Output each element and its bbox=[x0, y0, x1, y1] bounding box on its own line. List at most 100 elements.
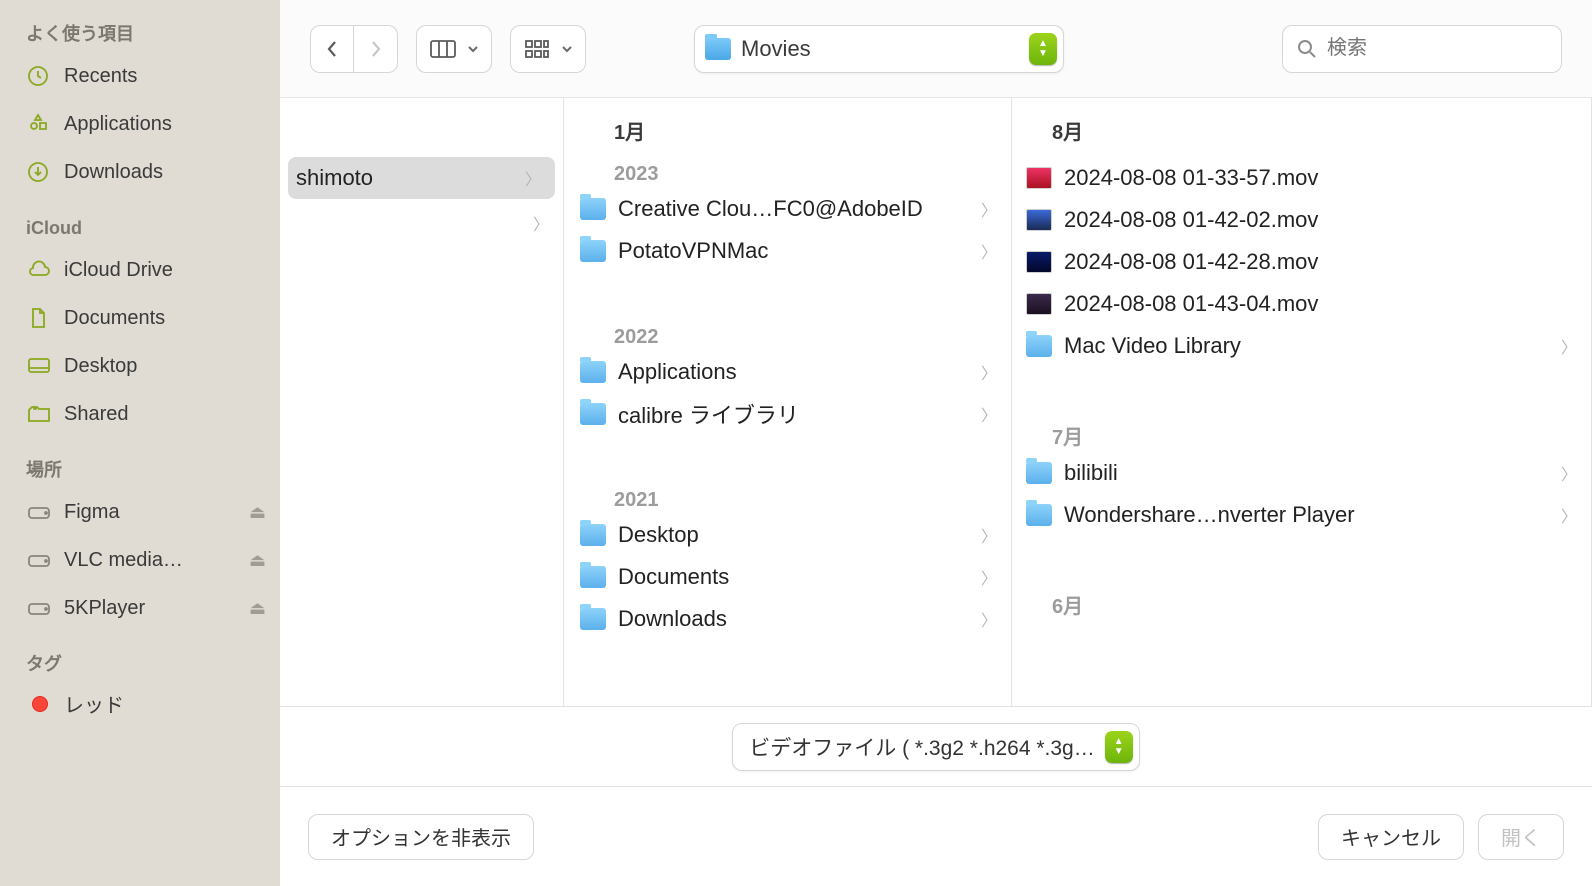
chevron-right-icon: 〉 bbox=[533, 211, 549, 235]
sidebar-section-favorites: よく使う項目 bbox=[0, 20, 280, 52]
list-item[interactable]: shimoto 〉 bbox=[288, 157, 555, 199]
cancel-button[interactable]: キャンセル bbox=[1318, 814, 1464, 860]
sidebar-item-downloads[interactable]: Downloads bbox=[0, 148, 280, 196]
sidebar-section-locations: 場所 bbox=[0, 456, 280, 488]
list-item[interactable]: Documents 〉 bbox=[564, 556, 1011, 598]
sidebar-item-label: Recents bbox=[64, 58, 266, 94]
list-item[interactable]: calibre ライブラリ 〉 bbox=[564, 393, 1011, 435]
search-input[interactable] bbox=[1327, 37, 1547, 60]
item-label: bilibili bbox=[1064, 460, 1549, 486]
item-label: 2024-08-08 01-33-57.mov bbox=[1064, 165, 1577, 191]
item-label: Desktop bbox=[618, 522, 969, 548]
chevron-right-icon: 〉 bbox=[1561, 461, 1577, 485]
item-label: Mac Video Library bbox=[1064, 333, 1549, 359]
filter-label: ビデオファイル ( *.3g2 *.h264 *.3g… bbox=[749, 732, 1094, 762]
item-label: Wondershare…nverter Player bbox=[1064, 502, 1549, 528]
item-label: Applications bbox=[618, 359, 969, 385]
open-button[interactable]: 開く bbox=[1478, 814, 1564, 860]
footer-bar: オプションを非表示 キャンセル 開く bbox=[280, 786, 1592, 886]
columns-icon bbox=[429, 38, 457, 60]
chevron-left-icon bbox=[324, 38, 340, 60]
sidebar-item-label: Figma bbox=[64, 494, 239, 530]
group-header: 2022 bbox=[564, 320, 1011, 351]
list-item[interactable]: Desktop 〉 bbox=[564, 514, 1011, 556]
location-title: Movies bbox=[741, 36, 1019, 62]
chevron-right-icon: 〉 bbox=[1561, 334, 1577, 358]
chevron-right-icon: 〉 bbox=[525, 166, 541, 190]
sidebar-item-label: iCloud Drive bbox=[64, 252, 266, 288]
group-header: 7月 bbox=[1012, 415, 1591, 452]
list-item[interactable]: 2024-08-08 01-42-02.mov bbox=[1012, 199, 1591, 241]
video-thumbnail-icon bbox=[1026, 293, 1052, 315]
group-header: 6月 bbox=[1012, 584, 1591, 621]
eject-icon[interactable]: ⏏ bbox=[249, 590, 266, 626]
list-item[interactable]: Downloads 〉 bbox=[564, 598, 1011, 640]
forward-button[interactable] bbox=[354, 25, 398, 73]
grid-group-icon bbox=[523, 38, 551, 60]
folder-icon bbox=[580, 240, 606, 262]
eject-icon[interactable]: ⏏ bbox=[249, 494, 266, 530]
sidebar-item-icloud-drive[interactable]: iCloud Drive bbox=[0, 246, 280, 294]
eject-icon[interactable]: ⏏ bbox=[249, 542, 266, 578]
sidebar-item-label: Documents bbox=[64, 300, 266, 336]
list-item[interactable]: PotatoVPNMac 〉 bbox=[564, 230, 1011, 272]
folder-icon bbox=[580, 566, 606, 588]
sidebar-item-recents[interactable]: Recents bbox=[0, 52, 280, 100]
sidebar-item-tag-red[interactable]: レッド bbox=[0, 682, 280, 730]
disk-icon bbox=[26, 548, 54, 572]
item-label: Downloads bbox=[618, 606, 969, 632]
folder-icon bbox=[580, 608, 606, 630]
item-label: shimoto bbox=[296, 165, 513, 191]
applications-icon bbox=[26, 112, 54, 136]
item-label: Creative Clou…FC0@AdobeID bbox=[618, 196, 969, 222]
sidebar-item-shared[interactable]: Shared bbox=[0, 390, 280, 438]
list-item[interactable]: 2024-08-08 01-43-04.mov bbox=[1012, 283, 1591, 325]
sidebar-item-label: レッド bbox=[64, 688, 266, 724]
list-item[interactable]: Mac Video Library 〉 bbox=[1012, 325, 1591, 367]
video-thumbnail-icon bbox=[1026, 251, 1052, 273]
video-thumbnail-icon bbox=[1026, 167, 1052, 189]
folder-icon bbox=[580, 524, 606, 546]
sidebar-item-location-vlc[interactable]: VLC media… ⏏ bbox=[0, 536, 280, 584]
shared-folder-icon bbox=[26, 402, 54, 426]
video-thumbnail-icon bbox=[1026, 209, 1052, 231]
search-field[interactable] bbox=[1282, 25, 1562, 73]
sidebar-section-tags: タグ bbox=[0, 650, 280, 682]
item-label: calibre ライブラリ bbox=[618, 398, 969, 430]
list-item[interactable]: Wondershare…nverter Player 〉 bbox=[1012, 494, 1591, 536]
chevron-right-icon: 〉 bbox=[981, 360, 997, 384]
list-item[interactable]: bilibili 〉 bbox=[1012, 452, 1591, 494]
list-item[interactable]: 2024-08-08 01-33-57.mov bbox=[1012, 157, 1591, 199]
list-item[interactable]: 2024-08-08 01-42-28.mov bbox=[1012, 241, 1591, 283]
tag-dot-icon bbox=[26, 688, 54, 724]
popup-stepper-icon: ▲▼ bbox=[1029, 33, 1057, 65]
back-button[interactable] bbox=[310, 25, 354, 73]
file-type-filter-popup[interactable]: ビデオファイル ( *.3g2 *.h264 *.3g… ▲▼ bbox=[732, 723, 1139, 771]
sidebar-item-label: VLC media… bbox=[64, 542, 239, 578]
downloads-icon bbox=[26, 160, 54, 184]
column-1: 1月 2023 Creative Clou…FC0@AdobeID 〉 Pota… bbox=[564, 98, 1012, 706]
list-item[interactable]: Applications 〉 bbox=[564, 351, 1011, 393]
chevron-down-icon bbox=[561, 45, 573, 53]
item-label: 2024-08-08 01-42-28.mov bbox=[1064, 249, 1577, 275]
sidebar-item-desktop[interactable]: Desktop bbox=[0, 342, 280, 390]
sidebar-item-label: Applications bbox=[64, 106, 266, 142]
sidebar-item-location-figma[interactable]: Figma ⏏ bbox=[0, 488, 280, 536]
list-item[interactable]: Creative Clou…FC0@AdobeID 〉 bbox=[564, 188, 1011, 230]
sidebar-item-documents[interactable]: Documents bbox=[0, 294, 280, 342]
sidebar-item-label: Desktop bbox=[64, 348, 266, 384]
chevron-right-icon: 〉 bbox=[981, 565, 997, 589]
group-by-button[interactable] bbox=[510, 25, 586, 73]
group-header: 2023 bbox=[564, 157, 1011, 188]
file-type-filter-bar: ビデオファイル ( *.3g2 *.h264 *.3g… ▲▼ bbox=[280, 706, 1592, 786]
chevron-right-icon bbox=[368, 38, 384, 60]
folder-icon bbox=[580, 403, 606, 425]
chevron-right-icon: 〉 bbox=[981, 197, 997, 221]
sidebar-item-applications[interactable]: Applications bbox=[0, 100, 280, 148]
options-toggle-button[interactable]: オプションを非表示 bbox=[308, 814, 534, 860]
location-popup[interactable]: Movies ▲▼ bbox=[694, 25, 1064, 73]
item-label: PotatoVPNMac bbox=[618, 238, 969, 264]
chevron-right-icon: 〉 bbox=[981, 523, 997, 547]
sidebar-item-location-5kplayer[interactable]: 5KPlayer ⏏ bbox=[0, 584, 280, 632]
view-mode-columns-button[interactable] bbox=[416, 25, 492, 73]
